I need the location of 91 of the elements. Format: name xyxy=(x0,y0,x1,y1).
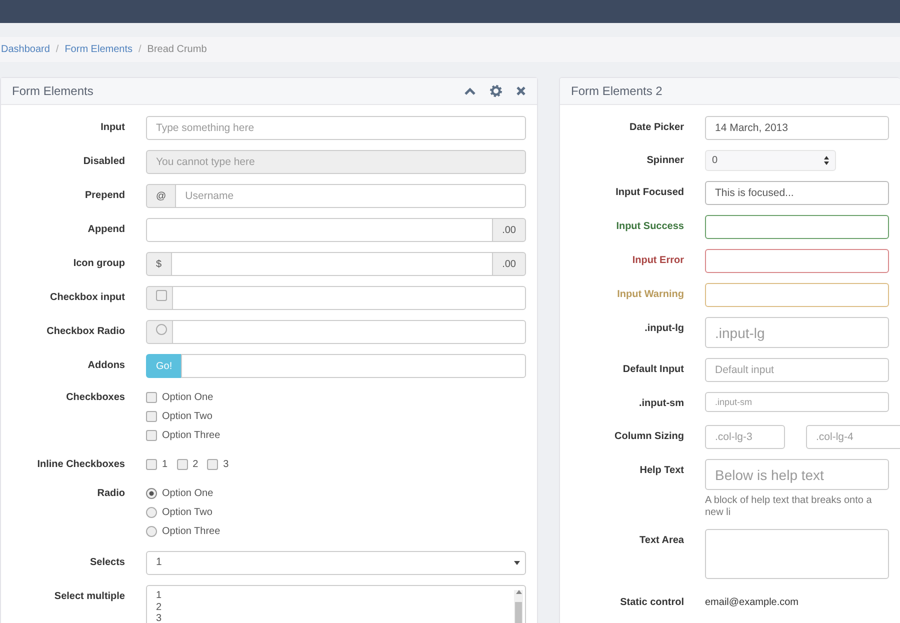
list-option[interactable]: 1 xyxy=(156,590,514,602)
input-field[interactable]: .input-sm xyxy=(705,392,889,412)
input-field[interactable]: .input-lg xyxy=(705,317,889,348)
caret-icon xyxy=(514,561,520,565)
input-field[interactable]: Type something here xyxy=(146,116,526,140)
field-label: Input Focused xyxy=(614,186,684,200)
field-label: Inline Checkboxes xyxy=(36,458,125,472)
checkbox-label: Option One xyxy=(162,391,214,405)
checkbox[interactable] xyxy=(146,430,157,441)
input-field[interactable] xyxy=(705,215,889,239)
input-field[interactable]: Default input xyxy=(705,358,889,382)
checkbox-label: 3 xyxy=(223,458,229,472)
breadcrumb-link[interactable]: Form Elements xyxy=(64,42,132,57)
input-field[interactable] xyxy=(172,320,526,344)
radio-label: Option Two xyxy=(162,506,212,520)
radio-label: Option Three xyxy=(162,525,220,539)
breadcrumb-current: Bread Crumb xyxy=(147,43,207,57)
input-addon: .00 xyxy=(492,218,526,242)
input-field[interactable] xyxy=(146,218,494,242)
input-addon: @ xyxy=(146,184,176,208)
field-label: .input-lg xyxy=(644,322,684,336)
breadcrumb-link[interactable]: Dashboard xyxy=(1,42,50,57)
input-field[interactable] xyxy=(705,283,889,307)
input-field[interactable] xyxy=(705,249,889,273)
input-field[interactable]: Username xyxy=(175,184,526,208)
breadcrumb-separator: / xyxy=(138,43,142,57)
input-field[interactable] xyxy=(170,252,494,276)
field-label: .input-sm xyxy=(638,397,684,411)
field-label: Addons xyxy=(86,359,125,373)
radio-button[interactable] xyxy=(146,526,157,537)
help-text: A block of help text that breaks onto a new li xyxy=(705,495,873,519)
checkbox[interactable] xyxy=(176,459,188,470)
list-option[interactable]: 3 xyxy=(156,613,514,623)
field-label: Input xyxy=(100,121,125,135)
radio-button[interactable] xyxy=(156,324,167,334)
input-field[interactable]: .col-lg-3 xyxy=(705,425,785,449)
field-label: Checkboxes xyxy=(65,391,125,405)
radio-button[interactable] xyxy=(146,507,157,518)
text-area[interactable] xyxy=(705,529,889,579)
field-label: Selects xyxy=(88,556,125,570)
input-field[interactable]: .col-lg-4 xyxy=(806,425,900,449)
input-field[interactable]: Below is help text xyxy=(705,459,889,490)
breadcrumb-separator: / xyxy=(56,43,59,57)
checkbox[interactable] xyxy=(156,290,167,300)
field-label: Disabled xyxy=(82,155,125,169)
settings-icon[interactable] xyxy=(490,85,502,97)
field-label: Help Text xyxy=(638,464,684,478)
input-addon: .00 xyxy=(492,252,526,276)
stepper-arrows-icon[interactable] xyxy=(824,156,829,165)
spinner-input[interactable]: 0 xyxy=(712,153,802,168)
input-field[interactable] xyxy=(181,354,526,378)
field-label: Date Picker xyxy=(628,121,684,135)
panel-title: Form Elements xyxy=(12,83,94,100)
multi-select-list[interactable]: 1 2 3 xyxy=(146,585,526,623)
checkbox-label: Option Two xyxy=(162,410,212,424)
list-option[interactable]: 2 xyxy=(156,602,514,613)
field-label: Radio xyxy=(96,487,125,501)
input-field[interactable]: 14 March, 2013 xyxy=(705,116,889,140)
input-field[interactable] xyxy=(172,286,526,310)
checkbox-label: 1 xyxy=(162,458,168,472)
field-label: Checkbox Radio xyxy=(46,325,125,339)
collapse-icon[interactable] xyxy=(464,87,476,95)
field-label: Prepend xyxy=(84,189,125,203)
static-text: email@example.com xyxy=(705,596,800,610)
radio-label: Option One xyxy=(162,487,214,501)
checkbox[interactable] xyxy=(146,411,157,422)
field-label: Input Success xyxy=(615,220,684,234)
scroll-up-icon xyxy=(516,590,522,594)
field-label: Spinner xyxy=(646,154,684,168)
field-label: Static control xyxy=(619,596,684,610)
input-addon: $ xyxy=(146,252,172,276)
field-label: Icon group xyxy=(72,257,125,271)
field-label: Input Error xyxy=(631,254,684,268)
checkbox-label: 2 xyxy=(192,458,198,472)
field-label: Text Area xyxy=(638,534,684,548)
field-label: Select multiple xyxy=(53,590,125,604)
field-label: Column Sizing xyxy=(614,430,684,444)
close-icon[interactable] xyxy=(516,86,526,96)
input-field[interactable]: This is focused... xyxy=(705,181,889,205)
checkbox[interactable] xyxy=(207,459,218,470)
field-label: Default Input xyxy=(622,363,684,377)
checkbox[interactable] xyxy=(146,392,157,403)
panel-title: Form Elements 2 xyxy=(571,83,662,100)
select-field[interactable]: 1 xyxy=(146,551,526,575)
spinner-field[interactable]: 0 xyxy=(705,150,836,171)
field-label: Append xyxy=(86,223,125,237)
checkbox-label: Option Three xyxy=(162,429,220,443)
field-label: Input Warning xyxy=(616,288,684,302)
field-label: Checkbox input xyxy=(48,291,125,305)
radio-button[interactable] xyxy=(146,488,157,499)
checkbox[interactable] xyxy=(146,459,157,470)
